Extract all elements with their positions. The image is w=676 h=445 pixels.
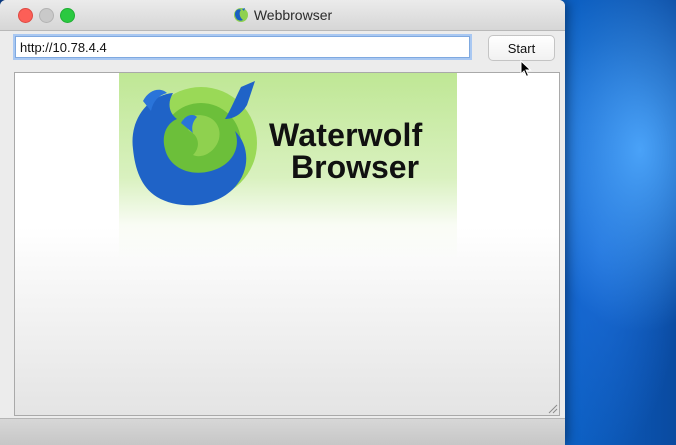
browser-window: Webbrowser Start Waterwolf Browser — [0, 0, 565, 445]
window-title: Webbrowser — [253, 7, 333, 23]
waterwolf-logo — [132, 81, 257, 206]
mouse-pointer-icon — [520, 60, 532, 78]
resize-grip-icon[interactable] — [546, 402, 558, 414]
banner-title-line2: Browser — [291, 149, 420, 185]
window-title-group: Webbrowser — [0, 0, 565, 30]
start-button[interactable]: Start — [488, 35, 555, 61]
status-bar — [0, 418, 565, 445]
toolbar: Start — [0, 31, 565, 67]
page-viewport[interactable]: Waterwolf Browser — [14, 72, 560, 416]
waterwolf-app-icon — [233, 8, 248, 22]
url-input[interactable] — [15, 36, 470, 58]
title-bar[interactable]: Webbrowser — [0, 0, 565, 31]
waterwolf-banner: Waterwolf Browser — [119, 73, 457, 263]
